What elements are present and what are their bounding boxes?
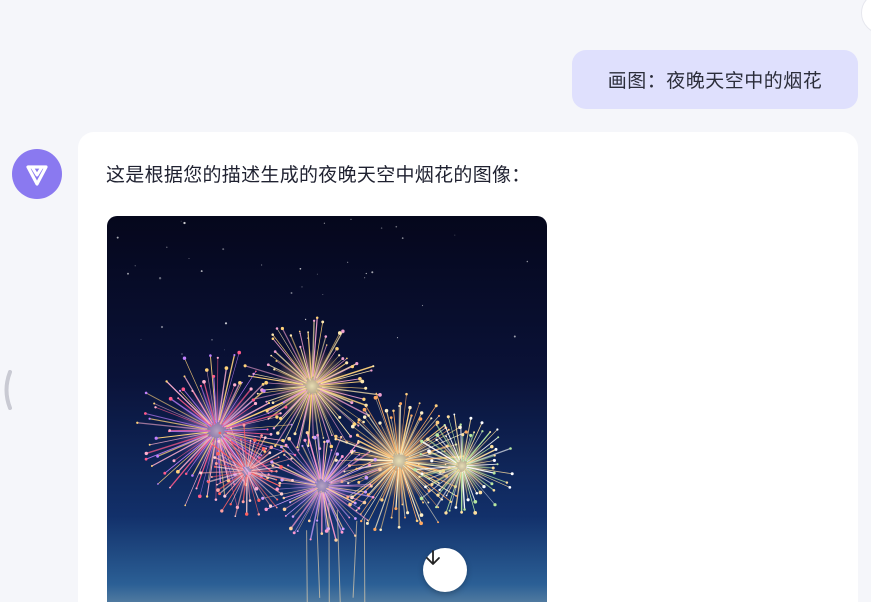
user-message-bubble: 画图：夜晚天空中的烟花 bbox=[572, 50, 858, 109]
assistant-logo-icon bbox=[26, 165, 48, 186]
download-arrow-icon bbox=[426, 550, 440, 565]
chat-window: 画图：夜晚天空中的烟花 这是根据您的描述生成的夜晚天空中烟花的图像： bbox=[0, 0, 871, 602]
assistant-message-card: 这是根据您的描述生成的夜晚天空中烟花的图像： bbox=[78, 132, 858, 602]
user-message-text: 画图：夜晚天空中的烟花 bbox=[607, 70, 823, 92]
assistant-message-text: 这是根据您的描述生成的夜晚天空中烟花的图像： bbox=[106, 164, 531, 186]
download-button[interactable] bbox=[423, 548, 467, 592]
fireworks-artwork bbox=[116, 218, 529, 602]
corner-button[interactable] bbox=[861, 0, 871, 34]
generated-image[interactable] bbox=[107, 216, 547, 602]
assistant-avatar bbox=[12, 149, 62, 199]
sidebar-handle-icon[interactable] bbox=[2, 370, 12, 410]
